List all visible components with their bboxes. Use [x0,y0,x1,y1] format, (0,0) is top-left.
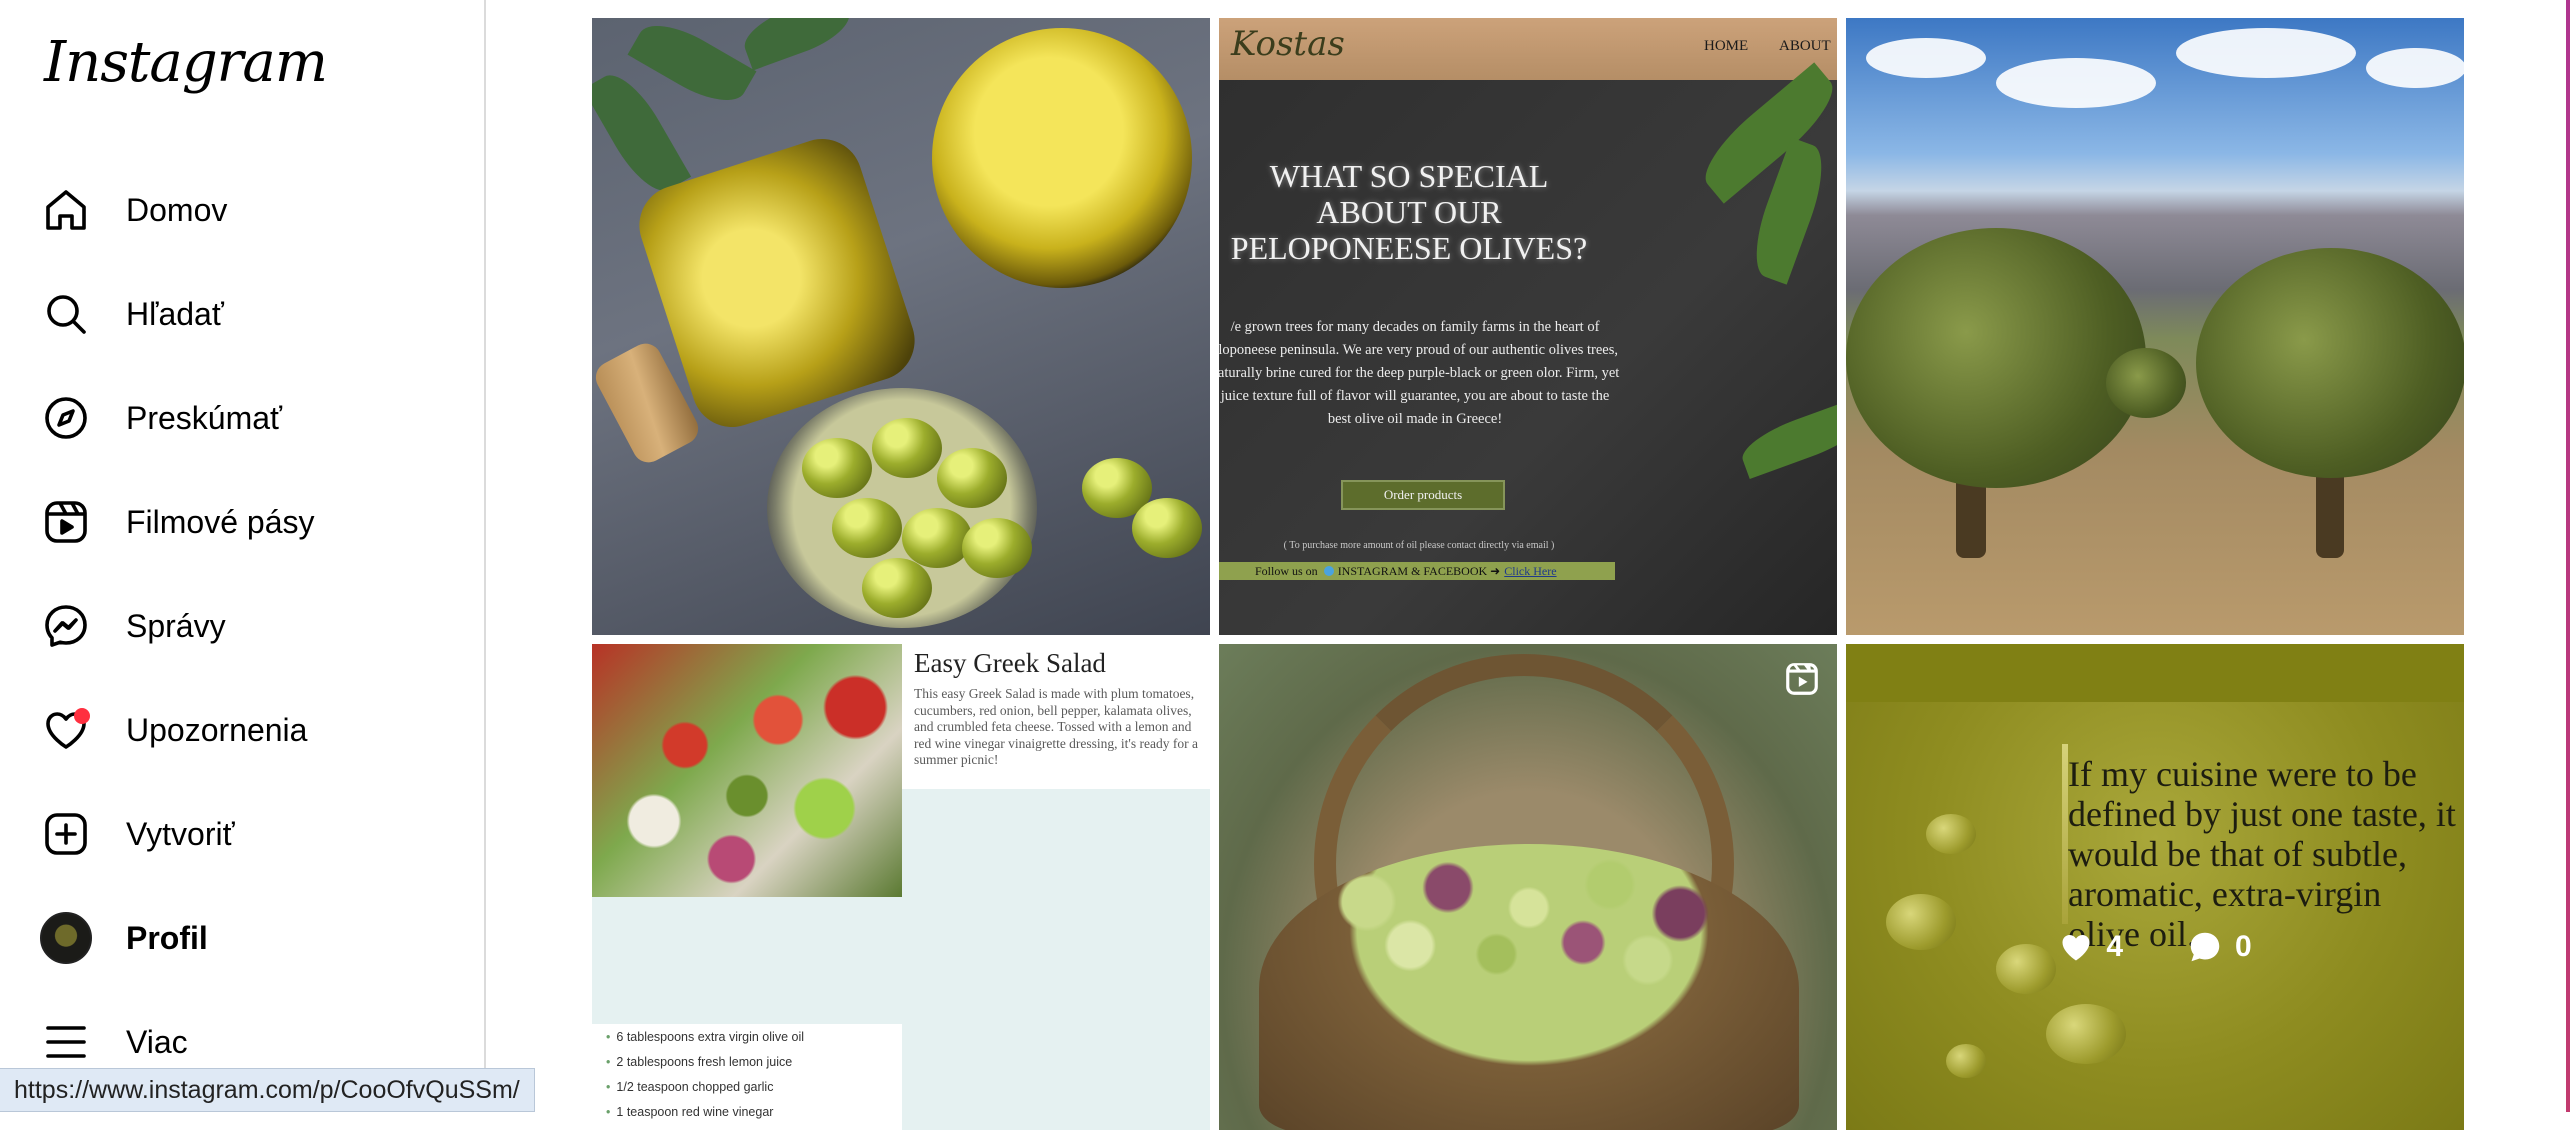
sidebar-item-reels[interactable]: Filmové pásy [40,482,460,562]
ingredient-list: 6 tablespoons extra virgin olive oil 2 t… [592,1024,902,1130]
salad-title: Easy Greek Salad [914,648,1106,678]
sidebar-item-label: Vytvoriť [126,815,235,852]
likes-count: 4 [2058,929,2123,965]
likes-value: 4 [2106,930,2123,963]
messenger-icon [40,600,92,652]
post-quote[interactable]: If my cuisine were to be defined by just… [1846,644,2464,1130]
comments-value: 0 [2235,930,2252,963]
sidebar-item-messages[interactable]: Správy [40,586,460,666]
instagram-logo[interactable]: Instagram [44,30,328,95]
olive-tree [2106,348,2186,418]
list-item: 2 tablespoons fresh lemon juice [592,1049,902,1074]
cloud [1996,58,2156,108]
menu-icon [40,1016,92,1068]
website-body-text: /e grown trees for many decades on famil… [1219,319,1620,427]
salad-card: Easy Greek Salad This easy Greek Salad i… [902,644,1210,789]
follow-networks: INSTAGRAM & FACEBOOK ➜ [1337,563,1501,578]
sidebar-item-label: Preskúmať [126,399,283,436]
leaf-decoration [737,18,857,71]
order-products-button: Order products [1341,480,1505,510]
sidebar-item-explore[interactable]: Preskúmať [40,378,460,458]
sidebar-item-label: Správy [126,607,226,644]
reels-icon [1783,660,1821,703]
website-headline: WHAT SO SPECIAL ABOUT OUR PELOPONEESE OL… [1230,158,1588,266]
notification-dot [74,708,90,724]
sidebar-item-label: Viac [126,1023,188,1060]
heart-filled-icon [2062,935,2090,961]
post-stats-overlay: 4 0 [1846,922,2464,972]
olive-tree [1846,228,2146,488]
leaf-decoration [592,64,692,202]
top-band [1846,644,2464,702]
comment-filled-icon [2190,932,2220,962]
olive [962,518,1032,578]
website-menu-about: ABOUT [1779,38,1831,54]
avatar [40,912,92,964]
leaf-decoration [1736,396,1837,480]
sidebar-item-profile[interactable]: Profil [40,898,460,978]
sidebar-item-label: Upozornenia [126,711,308,748]
post-olive-basket[interactable] [1219,644,1837,1130]
post-website[interactable]: Kostas HOME ABOUT WHAT SO SPECIAL ABOUT … [1219,18,1837,635]
post-olive-oil[interactable] [592,18,1210,635]
oil-drop [1946,1044,1986,1078]
website-menu-home: HOME [1704,38,1749,54]
sidebar-item-label: Filmové pásy [126,503,315,540]
globe-icon [1323,566,1334,576]
sidebar-item-label: Hľadať [126,295,224,332]
salad-description: This easy Greek Salad is made with plum … [914,686,1198,767]
olive [937,448,1007,508]
olive-basket [1259,844,1799,1130]
olive-tree [2196,248,2464,478]
sidebar-item-label: Profil [126,919,208,956]
list-item: 1/2 teaspoon chopped garlic [592,1074,902,1099]
compass-icon [40,392,92,444]
website-note: ( To purchase more amount of oil please … [1283,540,1555,551]
status-bar-url: https://www.instagram.com/p/CooOfvQuSSm/ [0,1068,535,1112]
olive [862,558,932,618]
olive [802,438,872,498]
cloud [1866,38,1986,78]
post-landscape[interactable] [1846,18,2464,635]
follow-link: Click Here [1504,563,1557,578]
follow-text: Follow us on [1255,563,1318,578]
sidebar: Instagram Domov Hľadať Preskúmať Filmové… [0,0,486,1112]
plus-square-icon [40,808,92,860]
oil-drop [2046,1004,2126,1064]
oil-drop [1926,814,1976,854]
leaf-decoration [627,18,757,115]
window-edge [2566,0,2570,1112]
salad-photo [592,644,902,897]
cloud [2176,28,2356,78]
heart-icon [40,704,92,756]
olive [1132,498,1202,558]
comments-count: 0 [2187,929,2252,965]
olive [872,418,942,478]
website-brand: Kostas [1231,24,1345,64]
post-greek-salad[interactable]: Easy Greek Salad This easy Greek Salad i… [592,644,1210,1130]
search-icon [40,288,92,340]
sidebar-item-home[interactable]: Domov [40,170,460,250]
website-header: Kostas HOME ABOUT [1219,18,1837,80]
sidebar-item-create[interactable]: Vytvoriť [40,794,460,874]
sidebar-item-search[interactable]: Hľadať [40,274,460,354]
sidebar-item-notifications[interactable]: Upozornenia [40,690,460,770]
list-item: 6 tablespoons extra virgin olive oil [592,1024,902,1049]
olive [832,498,902,558]
reels-icon [40,496,92,548]
follow-bar: Follow us on INSTAGRAM & FACEBOOK ➜ Clic… [1219,562,1615,580]
oil-bowl [932,28,1192,288]
sidebar-item-label: Domov [126,191,228,228]
olive [902,508,972,568]
cloud [2366,48,2464,88]
home-icon [40,184,92,236]
